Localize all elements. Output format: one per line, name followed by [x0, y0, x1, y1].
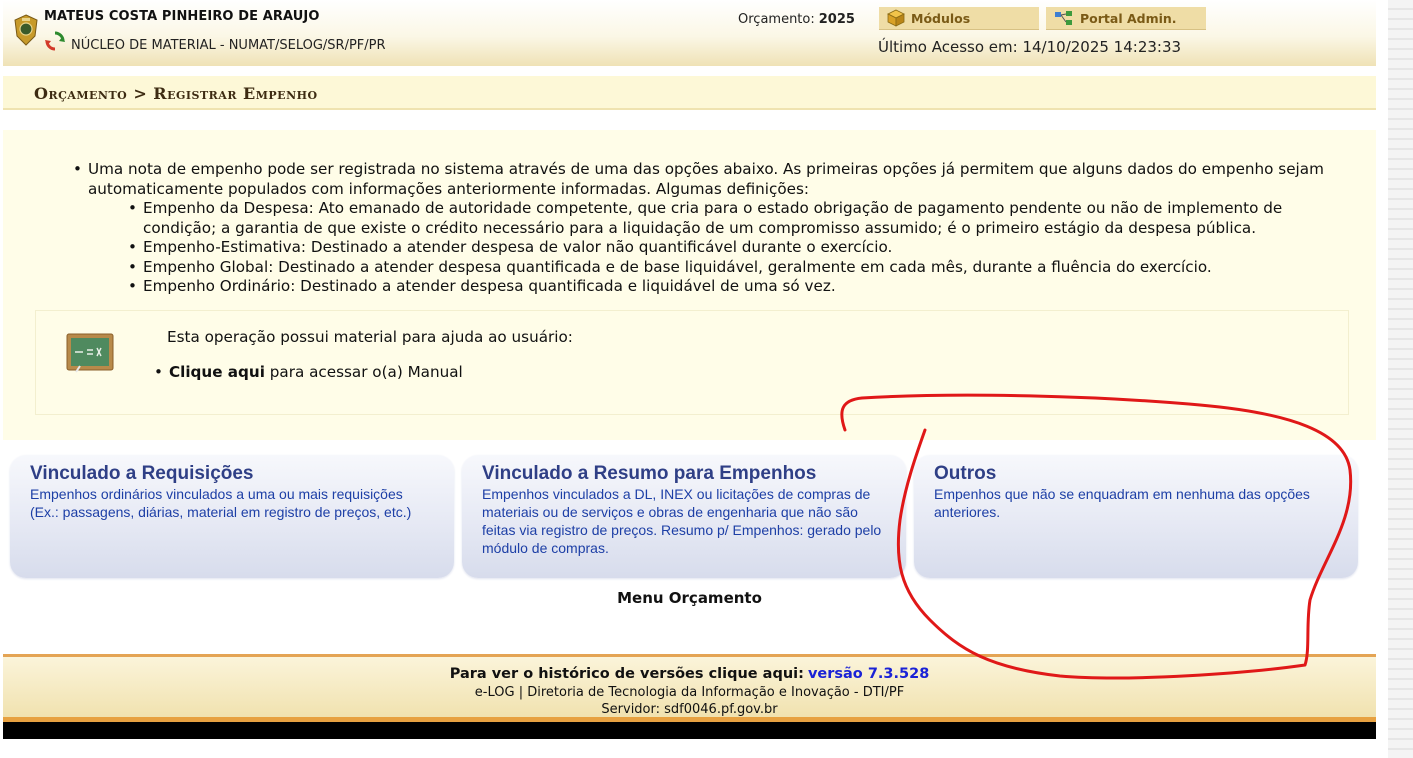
modules-label: Módulos [911, 10, 971, 26]
help-box: Esta operação possui material para ajuda… [35, 310, 1349, 415]
option-card-outros[interactable]: Outros Empenhos que não se enquadram em … [914, 455, 1358, 578]
info-intro-text: Uma nota de empenho pode ser registrada … [88, 160, 1324, 198]
refresh-icon[interactable] [44, 30, 66, 52]
modules-button[interactable]: Módulos [879, 7, 1039, 30]
portal-network-icon [1055, 11, 1072, 25]
header: MATEUS COSTA PINHEIRO DE ARAUJO NÚCLEO D… [3, 0, 1376, 66]
definition-item: Empenho Ordinário: Destinado a atender d… [128, 277, 1333, 297]
definition-list: Empenho da Despesa: Ato emanado de autor… [128, 199, 1333, 297]
footer-credits: e-LOG | Diretoria de Tecnologia da Infor… [474, 685, 905, 700]
portal-label: Portal Admin. [1080, 10, 1177, 26]
title-bar: Orçamento > Registrar Empenho [3, 76, 1376, 110]
help-manual-link[interactable]: Clique aqui [169, 363, 265, 381]
definition-item: Empenho da Despesa: Ato emanado de autor… [128, 199, 1333, 238]
footer-history-text[interactable]: Para ver o histórico de versões clique a… [450, 666, 804, 682]
footer-server: Servidor: sdf0046.pf.gov.br [601, 702, 778, 717]
user-name: MATEUS COSTA PINHEIRO DE ARAUJO [44, 9, 320, 24]
unit-name: NÚCLEO DE MATERIAL - NUMAT/SELOG/SR/PF/P… [71, 38, 386, 53]
footer-bar [3, 722, 1376, 739]
pf-badge-icon [14, 14, 38, 46]
definition-item: Empenho Global: Destinado a atender desp… [128, 258, 1333, 278]
budget-selector[interactable]: Orçamento: 2025 [738, 12, 855, 27]
info-panel: Uma nota de empenho pode ser registrada … [3, 130, 1376, 440]
option-description: Empenhos que não se enquadram em nenhuma… [934, 486, 1310, 520]
modules-cube-icon [887, 9, 905, 27]
budget-year: 2025 [818, 12, 855, 27]
info-intro: Uma nota de empenho pode ser registrada … [73, 160, 1333, 297]
page: MATEUS COSTA PINHEIRO DE ARAUJO NÚCLEO D… [0, 0, 1413, 758]
budget-label: Orçamento: [738, 12, 815, 27]
help-link-row: • Clique aqui para acessar o(a) Manual [154, 363, 463, 381]
chalkboard-icon [66, 333, 114, 373]
footer-history: Para ver o histórico de versões clique a… [3, 666, 1376, 682]
definition-item: Empenho-Estimativa: Destinado a atender … [128, 238, 1333, 258]
menu-orcamento-link[interactable]: Menu Orçamento [0, 589, 1379, 607]
footer: Para ver o histórico de versões clique a… [3, 654, 1376, 720]
last-access: Último Acesso em: 14/10/2025 14:23:33 [878, 38, 1182, 56]
option-title[interactable]: Outros [934, 463, 996, 485]
version-link[interactable]: versão 7.3.528 [808, 666, 929, 682]
option-title[interactable]: Vinculado a Resumo para Empenhos [482, 463, 816, 485]
portal-admin-button[interactable]: Portal Admin. [1046, 7, 1206, 30]
info-list: Uma nota de empenho pode ser registrada … [73, 160, 1333, 297]
option-description: Empenhos ordinários vinculados a uma ou … [30, 486, 412, 520]
option-card-requisicoes[interactable]: Vinculado a Requisições Empenhos ordinár… [10, 455, 454, 578]
option-description: Empenhos vinculados a DL, INEX ou licita… [482, 486, 882, 556]
help-link-suffix: para acessar o(a) Manual [264, 363, 463, 381]
scrollbar[interactable] [1388, 0, 1413, 758]
bullet: • [154, 363, 163, 381]
breadcrumb: Orçamento > Registrar Empenho [34, 84, 318, 103]
option-card-resumo-empenhos[interactable]: Vinculado a Resumo para Empenhos Empenho… [462, 455, 906, 578]
help-text: Esta operação possui material para ajuda… [167, 328, 573, 346]
option-title[interactable]: Vinculado a Requisições [30, 463, 254, 485]
